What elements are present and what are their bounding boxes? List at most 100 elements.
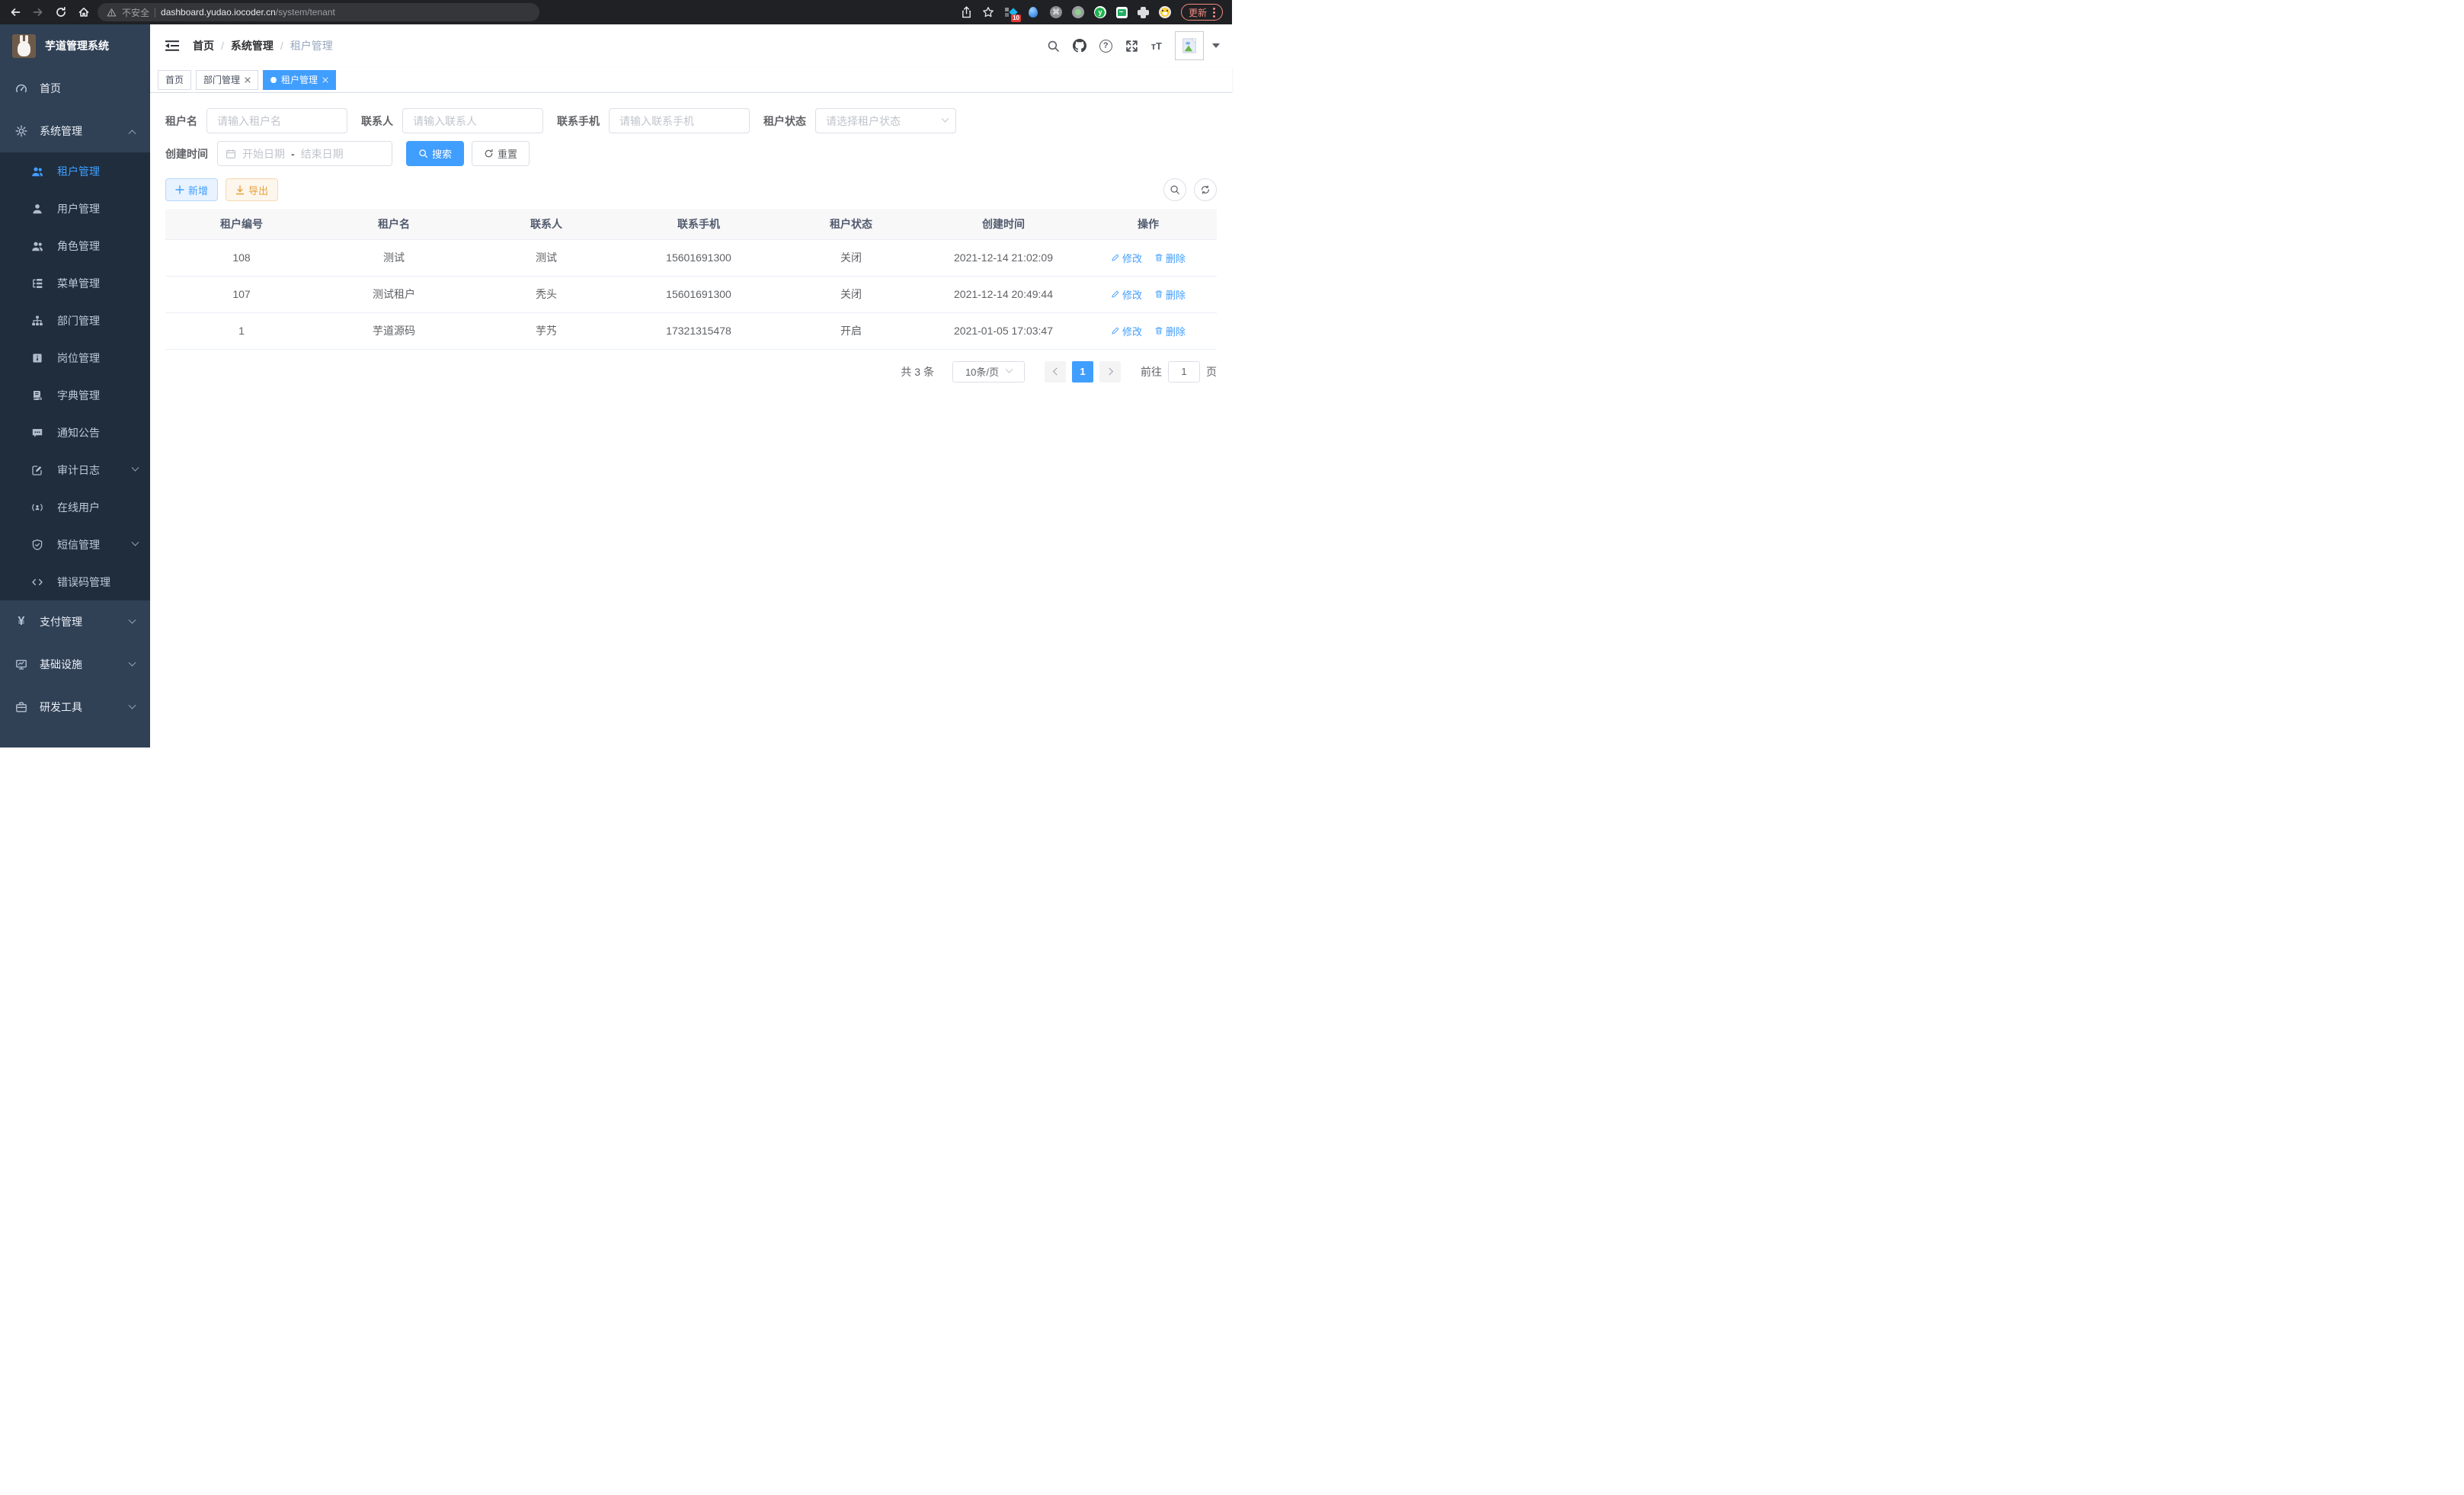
close-icon[interactable] xyxy=(322,77,328,83)
add-button[interactable]: 新增 xyxy=(165,178,218,201)
page-1-button[interactable]: 1 xyxy=(1072,361,1093,383)
sidebar-item-label: 用户管理 xyxy=(57,201,100,216)
sidebar-item-label: 在线用户 xyxy=(57,500,100,515)
extension-circle-dot-icon[interactable] xyxy=(1072,6,1084,18)
sidebar-item-system[interactable]: 系统管理 xyxy=(0,110,150,152)
tab-dept[interactable]: 部门管理 xyxy=(196,70,258,90)
sidebar-item-online-users[interactable]: 在线用户 xyxy=(0,488,150,526)
col-mobile: 联系手机 xyxy=(622,209,775,239)
reload-button[interactable] xyxy=(55,6,67,18)
sidebar-item-label: 短信管理 xyxy=(57,537,100,552)
extensions-puzzle-icon[interactable] xyxy=(1138,7,1149,18)
cell-id: 108 xyxy=(165,239,318,276)
tab-tenant[interactable]: 租户管理 xyxy=(263,70,336,90)
contact-input[interactable] xyxy=(402,108,543,133)
export-button[interactable]: 导出 xyxy=(226,178,278,201)
menu-tree-icon xyxy=(31,277,43,290)
sidebar-item-dict[interactable]: 字典管理 xyxy=(0,376,150,414)
security-label: 不安全 xyxy=(122,6,149,19)
github-icon[interactable] xyxy=(1073,39,1086,53)
delete-link[interactable]: 删除 xyxy=(1154,251,1186,265)
next-page-button[interactable] xyxy=(1099,361,1121,383)
edit-link[interactable]: 修改 xyxy=(1111,324,1142,338)
search-button[interactable]: 搜索 xyxy=(406,141,464,166)
tab-home[interactable]: 首页 xyxy=(158,70,191,90)
mobile-input[interactable] xyxy=(609,108,750,133)
app-logo[interactable]: 芋道管理系统 xyxy=(0,24,150,67)
app-title: 芋道管理系统 xyxy=(45,38,109,53)
edit-link[interactable]: 修改 xyxy=(1111,287,1142,302)
sidebar-item-infra[interactable]: 基础设施 xyxy=(0,643,150,686)
avatar-dropdown-caret[interactable] xyxy=(1212,43,1220,48)
delete-link[interactable]: 删除 xyxy=(1154,324,1186,338)
refresh-icon xyxy=(1200,184,1211,195)
collapse-sidebar-icon[interactable] xyxy=(162,37,182,55)
sidebar-item-dev-tools[interactable]: 研发工具 xyxy=(0,686,150,728)
share-button[interactable] xyxy=(961,6,972,18)
home-button[interactable] xyxy=(78,6,90,18)
dashboard-icon xyxy=(15,82,27,94)
sidebar-item-user[interactable]: 用户管理 xyxy=(0,190,150,227)
cell-mobile: 15601691300 xyxy=(622,276,775,312)
page-size-select[interactable]: 10条/页 xyxy=(952,361,1025,383)
sidebar-item-notice[interactable]: 通知公告 xyxy=(0,414,150,451)
sidebar-item-post[interactable]: 岗位管理 xyxy=(0,339,150,376)
help-icon[interactable]: ? xyxy=(1099,40,1112,53)
cell-contact: 测试 xyxy=(470,239,622,276)
forward-button[interactable] xyxy=(32,6,44,18)
download-icon xyxy=(235,185,245,195)
url-text: dashboard.yudao.iocoder.cn/system/tenant xyxy=(161,7,335,18)
sidebar-item-dept[interactable]: 部门管理 xyxy=(0,302,150,339)
date-range-picker[interactable]: 开始日期 - 结束日期 xyxy=(217,141,392,166)
kebab-menu-icon[interactable] xyxy=(1213,8,1215,18)
edit-link[interactable]: 修改 xyxy=(1111,251,1142,265)
sidebar-item-home[interactable]: 首页 xyxy=(0,67,150,110)
status-select[interactable]: 请选择租户状态 xyxy=(815,108,956,133)
bookmark-star-button[interactable] xyxy=(982,6,994,18)
online-user-icon xyxy=(31,501,43,514)
sidebar-item-audit-log[interactable]: 审计日志 xyxy=(0,451,150,488)
search-icon[interactable] xyxy=(1047,40,1060,53)
gear-icon xyxy=(15,125,27,137)
back-button[interactable] xyxy=(9,6,21,18)
prev-page-button[interactable] xyxy=(1045,361,1066,383)
address-bar[interactable]: 不安全 dashboard.yudao.iocoder.cn/system/te… xyxy=(98,3,539,21)
sidebar-item-error-code[interactable]: 错误码管理 xyxy=(0,563,150,600)
sidebar-item-tenant[interactable]: 租户管理 xyxy=(0,152,150,190)
cell-created: 2021-12-14 20:49:44 xyxy=(927,276,1080,312)
breadcrumb-system[interactable]: 系统管理 xyxy=(231,38,274,53)
cell-mobile: 17321315478 xyxy=(622,312,775,349)
extension-wappalyzer-icon[interactable]: 10 xyxy=(1004,6,1017,19)
sidebar-item-sms[interactable]: 短信管理 xyxy=(0,526,150,563)
chevron-down-icon xyxy=(129,616,136,623)
sidebar-item-label: 菜单管理 xyxy=(57,276,100,291)
goto-page: 前往 页 xyxy=(1141,361,1217,383)
fullscreen-icon[interactable] xyxy=(1125,40,1138,53)
close-icon[interactable] xyxy=(245,77,251,83)
profile-avatar-icon[interactable] xyxy=(1159,6,1171,18)
cell-created: 2021-01-05 17:03:47 xyxy=(927,312,1080,349)
delete-link[interactable]: 删除 xyxy=(1154,287,1186,302)
hide-search-button[interactable] xyxy=(1163,178,1186,201)
sidebar-item-menu[interactable]: 菜单管理 xyxy=(0,264,150,302)
chevron-right-icon xyxy=(1106,368,1113,376)
reset-button[interactable]: 重置 xyxy=(472,141,530,166)
update-button[interactable]: 更新 xyxy=(1181,4,1223,21)
font-size-icon[interactable]: тT xyxy=(1151,40,1162,52)
extension-balloon-icon[interactable] xyxy=(1027,6,1040,19)
sidebar-item-role[interactable]: 角色管理 xyxy=(0,227,150,264)
user-avatar[interactable] xyxy=(1175,31,1204,60)
cell-status: 关闭 xyxy=(775,239,927,276)
goto-page-input[interactable] xyxy=(1168,361,1200,383)
create-time-label: 创建时间 xyxy=(165,146,208,162)
refresh-table-button[interactable] xyxy=(1194,178,1217,201)
extension-command-icon[interactable]: ⌘ xyxy=(1050,6,1062,18)
sidebar-item-pay[interactable]: ¥ 支付管理 xyxy=(0,600,150,643)
table-header-row: 租户编号 租户名 联系人 联系手机 租户状态 创建时间 操作 xyxy=(165,209,1217,239)
breadcrumb-home[interactable]: 首页 xyxy=(193,38,214,53)
trash-icon xyxy=(1154,326,1163,335)
extension-y-icon[interactable]: y xyxy=(1094,6,1106,18)
active-tab-dot xyxy=(270,77,277,83)
extension-chat-icon[interactable] xyxy=(1116,7,1128,18)
tenant-name-input[interactable] xyxy=(206,108,347,133)
